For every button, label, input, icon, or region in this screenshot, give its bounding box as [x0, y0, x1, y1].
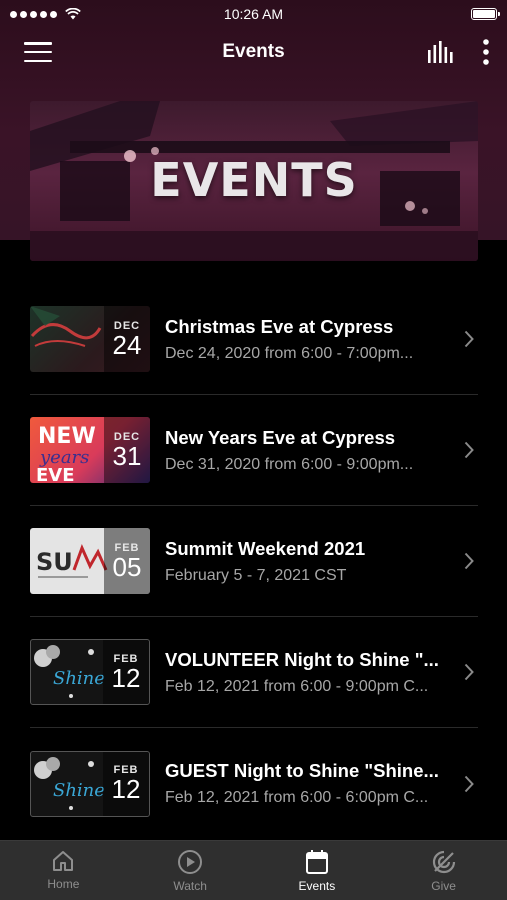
audio-bars-icon[interactable] — [427, 41, 455, 63]
tab-label: Watch — [173, 879, 207, 893]
more-options-icon[interactable] — [483, 39, 489, 65]
event-title: VOLUNTEER Night to Shine "... — [165, 648, 439, 670]
event-row[interactable]: DEC 24 Christmas Eve at Cypress Dec 24, 2… — [30, 284, 478, 395]
event-thumbnail: NEW years EVE DEC 31 — [30, 417, 150, 483]
event-row[interactable]: Shine FEB 12 GUEST Night to Shine "Shine.… — [30, 728, 478, 839]
banner-title: EVENTS — [150, 153, 358, 207]
svg-text:SU: SU — [36, 548, 73, 576]
event-list: DEC 24 Christmas Eve at Cypress Dec 24, 2… — [30, 284, 478, 839]
event-title: New Years Eve at Cypress — [165, 426, 396, 448]
menu-icon[interactable] — [24, 42, 52, 62]
play-icon — [178, 850, 203, 874]
tab-home[interactable]: Home — [0, 841, 127, 900]
events-banner: EVENTS — [30, 101, 478, 261]
tab-give[interactable]: Give — [380, 841, 507, 900]
tab-events[interactable]: Events — [254, 841, 381, 900]
event-date: Dec 24, 2020 from 6:00 - 7:00pm... — [165, 344, 414, 362]
event-thumbnail: DEC 24 — [30, 306, 150, 372]
tab-label: Home — [47, 877, 80, 891]
event-thumbnail: Shine FEB 12 — [30, 639, 150, 705]
chevron-right-icon — [464, 775, 474, 792]
battery-icon — [471, 8, 500, 20]
navigation-bar: Events — [0, 28, 507, 76]
svg-text:Shine: Shine — [53, 780, 105, 801]
event-date: February 5 - 7, 2021 CST — [165, 566, 347, 584]
tab-bar: Home Watch Events Give — [0, 840, 507, 900]
status-time: 10:26 AM — [223, 6, 284, 22]
event-date: Feb 12, 2021 from 6:00 - 9:00pm C... — [165, 677, 429, 695]
give-icon — [432, 850, 455, 874]
svg-text:NEW: NEW — [38, 424, 96, 449]
event-row[interactable]: Shine FEB 12 VOLUNTEER Night to Shine "..… — [30, 617, 478, 728]
tab-watch[interactable]: Watch — [127, 841, 254, 900]
status-bar: 10:26 AM — [0, 0, 507, 28]
event-title: Christmas Eve at Cypress — [165, 315, 394, 337]
chevron-right-icon — [464, 441, 474, 459]
event-row[interactable]: SU FEB 05 Summit Weekend 2021 February 5 … — [30, 506, 478, 617]
event-title: Summit Weekend 2021 — [165, 537, 366, 559]
event-row[interactable]: NEW years EVE DEC 31 New Years Eve at Cyp… — [30, 395, 478, 506]
event-thumbnail: Shine FEB 12 — [30, 750, 150, 817]
chevron-right-icon — [464, 663, 474, 681]
calendar-icon — [305, 850, 328, 874]
tab-label: Give — [431, 879, 456, 893]
chevron-right-icon — [464, 330, 474, 348]
svg-text:Shine: Shine — [53, 668, 105, 689]
event-date: Dec 31, 2020 from 6:00 - 9:00pm... — [165, 455, 414, 473]
chevron-right-icon — [464, 552, 474, 570]
event-thumbnail: SU FEB 05 — [30, 528, 150, 594]
svg-text:EVE: EVE — [36, 465, 75, 483]
home-icon — [53, 851, 74, 871]
tab-label: Events — [298, 879, 336, 893]
event-date: Feb 12, 2021 from 6:00 - 6:00pm C... — [165, 789, 429, 806]
event-title: GUEST Night to Shine "Shine... — [165, 760, 439, 781]
